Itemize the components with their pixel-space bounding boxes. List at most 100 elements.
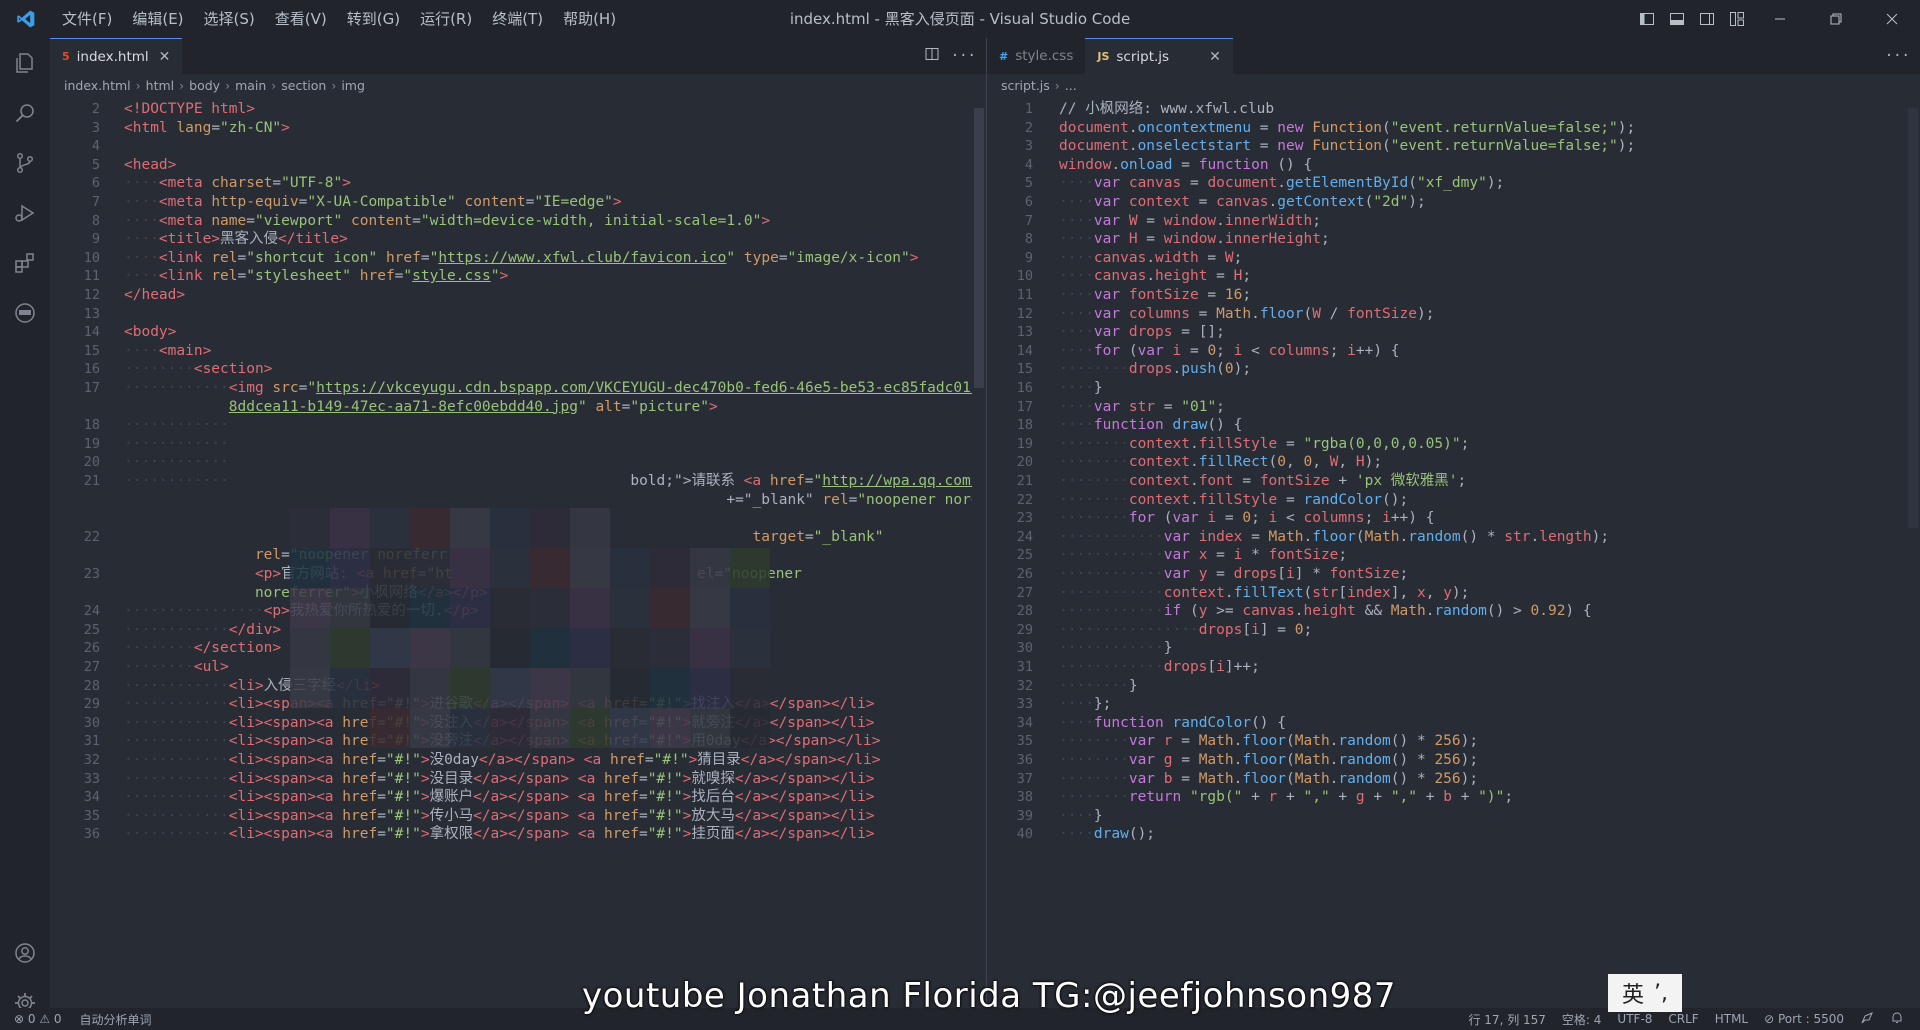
ime-indicator[interactable]: 英 ’, xyxy=(1608,974,1682,1012)
code-token: ········ xyxy=(124,659,194,675)
code-token: ············ xyxy=(124,807,229,824)
menu-help[interactable]: 帮助(H) xyxy=(553,0,626,38)
code-token: </a></span> xyxy=(473,807,570,824)
tab-style-css[interactable]: # style.css xyxy=(987,38,1086,74)
breadcrumb-item[interactable]: img xyxy=(341,78,365,93)
account-icon[interactable] xyxy=(0,928,50,978)
encoding[interactable]: UTF-8 xyxy=(1617,1012,1652,1026)
code-token: } xyxy=(1128,677,1138,694)
editor-group-left: 5 index.html ✕ ··· index.html › html › body ›… xyxy=(50,38,986,1008)
code-token: var xyxy=(1093,287,1129,303)
mosaic-cell xyxy=(490,708,530,748)
code-token: drops xyxy=(1163,659,1208,675)
close-tab-icon[interactable]: ✕ xyxy=(1209,49,1221,65)
code-token: ; xyxy=(1216,398,1225,415)
tab-index-html[interactable]: 5 index.html ✕ xyxy=(50,38,183,74)
extensions-icon[interactable] xyxy=(0,238,50,288)
restore-icon[interactable] xyxy=(1808,0,1864,38)
scrollbar-right[interactable] xyxy=(1906,98,1920,1008)
toggle-secondary-sidebar-icon[interactable] xyxy=(1692,0,1722,38)
breadcrumb: script.js ›... xyxy=(987,74,1920,96)
menu-selection[interactable]: 选择(S) xyxy=(194,0,265,38)
breadcrumb-item[interactable]: script.js xyxy=(1001,78,1050,93)
code-token: draw xyxy=(1172,417,1208,434)
cursor-position[interactable]: 行 17, 列 157 xyxy=(1468,1011,1545,1028)
breadcrumb-item[interactable]: ... xyxy=(1065,78,1077,93)
menu-terminal[interactable]: 终端(T) xyxy=(482,0,553,38)
status-word-analysis[interactable]: 自动分析单词 xyxy=(80,1011,152,1028)
notifications-bell-icon[interactable] xyxy=(1890,1011,1904,1028)
code-token: ········ xyxy=(1059,733,1129,750)
more-actions-icon[interactable]: ··· xyxy=(951,48,976,64)
close-window-icon[interactable] xyxy=(1864,0,1920,38)
breadcrumb-separator: › xyxy=(331,77,337,93)
code-token: ············ xyxy=(124,621,229,638)
code-token: = xyxy=(804,473,814,489)
mosaic-cell xyxy=(410,588,450,628)
minimize-icon[interactable] xyxy=(1752,0,1808,38)
live-server-port[interactable]: ⊘ Port : 5500 xyxy=(1764,1012,1844,1026)
split-editor-icon[interactable] xyxy=(925,47,939,65)
breadcrumb-item[interactable]: main xyxy=(235,78,266,93)
scrollbar-thumb[interactable] xyxy=(1908,108,1918,528)
run-debug-icon[interactable] xyxy=(0,188,50,238)
feedback-icon[interactable] xyxy=(1860,1011,1874,1028)
code-token: () * xyxy=(1390,770,1435,787)
code-token: Math xyxy=(1198,770,1234,787)
code-token: " xyxy=(403,268,413,285)
code-token: function xyxy=(1093,417,1173,434)
problems-indicator[interactable]: ⊗ 0 ⚠ 0 xyxy=(14,1012,62,1026)
code-token: for xyxy=(1128,510,1164,527)
code-editor-right[interactable]: 1// 小枫网络: www.xfwl.club 2 document.onconte… xyxy=(987,98,1920,1008)
language-mode[interactable]: HTML xyxy=(1715,1012,1748,1026)
explorer-files-icon[interactable] xyxy=(0,38,50,88)
code-token: <head> xyxy=(124,156,177,173)
vscode-logo-icon[interactable] xyxy=(0,0,52,38)
menu-run[interactable]: 运行(R) xyxy=(410,0,482,38)
customize-layout-icon[interactable] xyxy=(1722,0,1752,38)
code-token: 没目录 xyxy=(429,770,474,787)
close-tab-icon[interactable]: ✕ xyxy=(159,49,171,65)
more-actions-icon[interactable]: ··· xyxy=(1885,48,1910,64)
end-of-line[interactable]: CRLF xyxy=(1668,1012,1698,1026)
line-content: <html lang="zh-CN"> xyxy=(124,117,290,139)
code-token: = xyxy=(1198,287,1225,303)
code-token: canvas xyxy=(1093,249,1147,266)
code-token: <title> xyxy=(158,231,221,248)
breadcrumb-item[interactable]: body xyxy=(189,78,220,93)
toggle-panel-icon[interactable] xyxy=(1662,0,1692,38)
toggle-primary-sidebar-icon[interactable] xyxy=(1632,0,1662,38)
breadcrumb-separator: › xyxy=(225,77,231,93)
mosaic-cell xyxy=(530,548,570,588)
code-token: . xyxy=(1268,194,1278,210)
remote-explorer-icon[interactable] xyxy=(0,288,50,338)
code-token: ···· xyxy=(124,249,159,266)
code-token: } xyxy=(1093,807,1103,824)
scrollbar-thumb[interactable] xyxy=(974,108,984,388)
menu-edit[interactable]: 编辑(E) xyxy=(122,0,193,38)
source-control-icon[interactable] xyxy=(0,138,50,188)
code-token: ( xyxy=(1303,305,1313,322)
code-token: <p> xyxy=(254,566,282,582)
menu-file[interactable]: 文件(F) xyxy=(52,0,122,38)
code-token: href xyxy=(342,807,378,824)
code-token: > xyxy=(909,249,919,266)
breadcrumb-item[interactable]: section xyxy=(281,78,326,93)
breadcrumb-item[interactable]: html xyxy=(146,78,174,93)
code-token: [ xyxy=(1338,584,1348,601)
code-token: context xyxy=(1128,435,1190,452)
tab-script-js[interactable]: JS script.js ✕ xyxy=(1085,38,1233,74)
menu-go[interactable]: 转到(G) xyxy=(337,0,410,38)
code-token: , xyxy=(1286,454,1304,471)
search-icon[interactable] xyxy=(0,88,50,138)
mosaic-cell xyxy=(370,508,410,548)
code-token: function xyxy=(1198,156,1269,173)
breadcrumb-item[interactable]: index.html xyxy=(64,78,131,93)
code-token: content xyxy=(464,194,526,210)
menu-view[interactable]: 查看(V) xyxy=(265,0,337,38)
code-token: } xyxy=(1093,380,1103,396)
indentation[interactable]: 空格: 4 xyxy=(1562,1011,1602,1028)
code-token: W xyxy=(1128,212,1138,229)
scrollbar-left[interactable] xyxy=(972,98,986,1008)
code-token: ········ xyxy=(1059,435,1129,452)
